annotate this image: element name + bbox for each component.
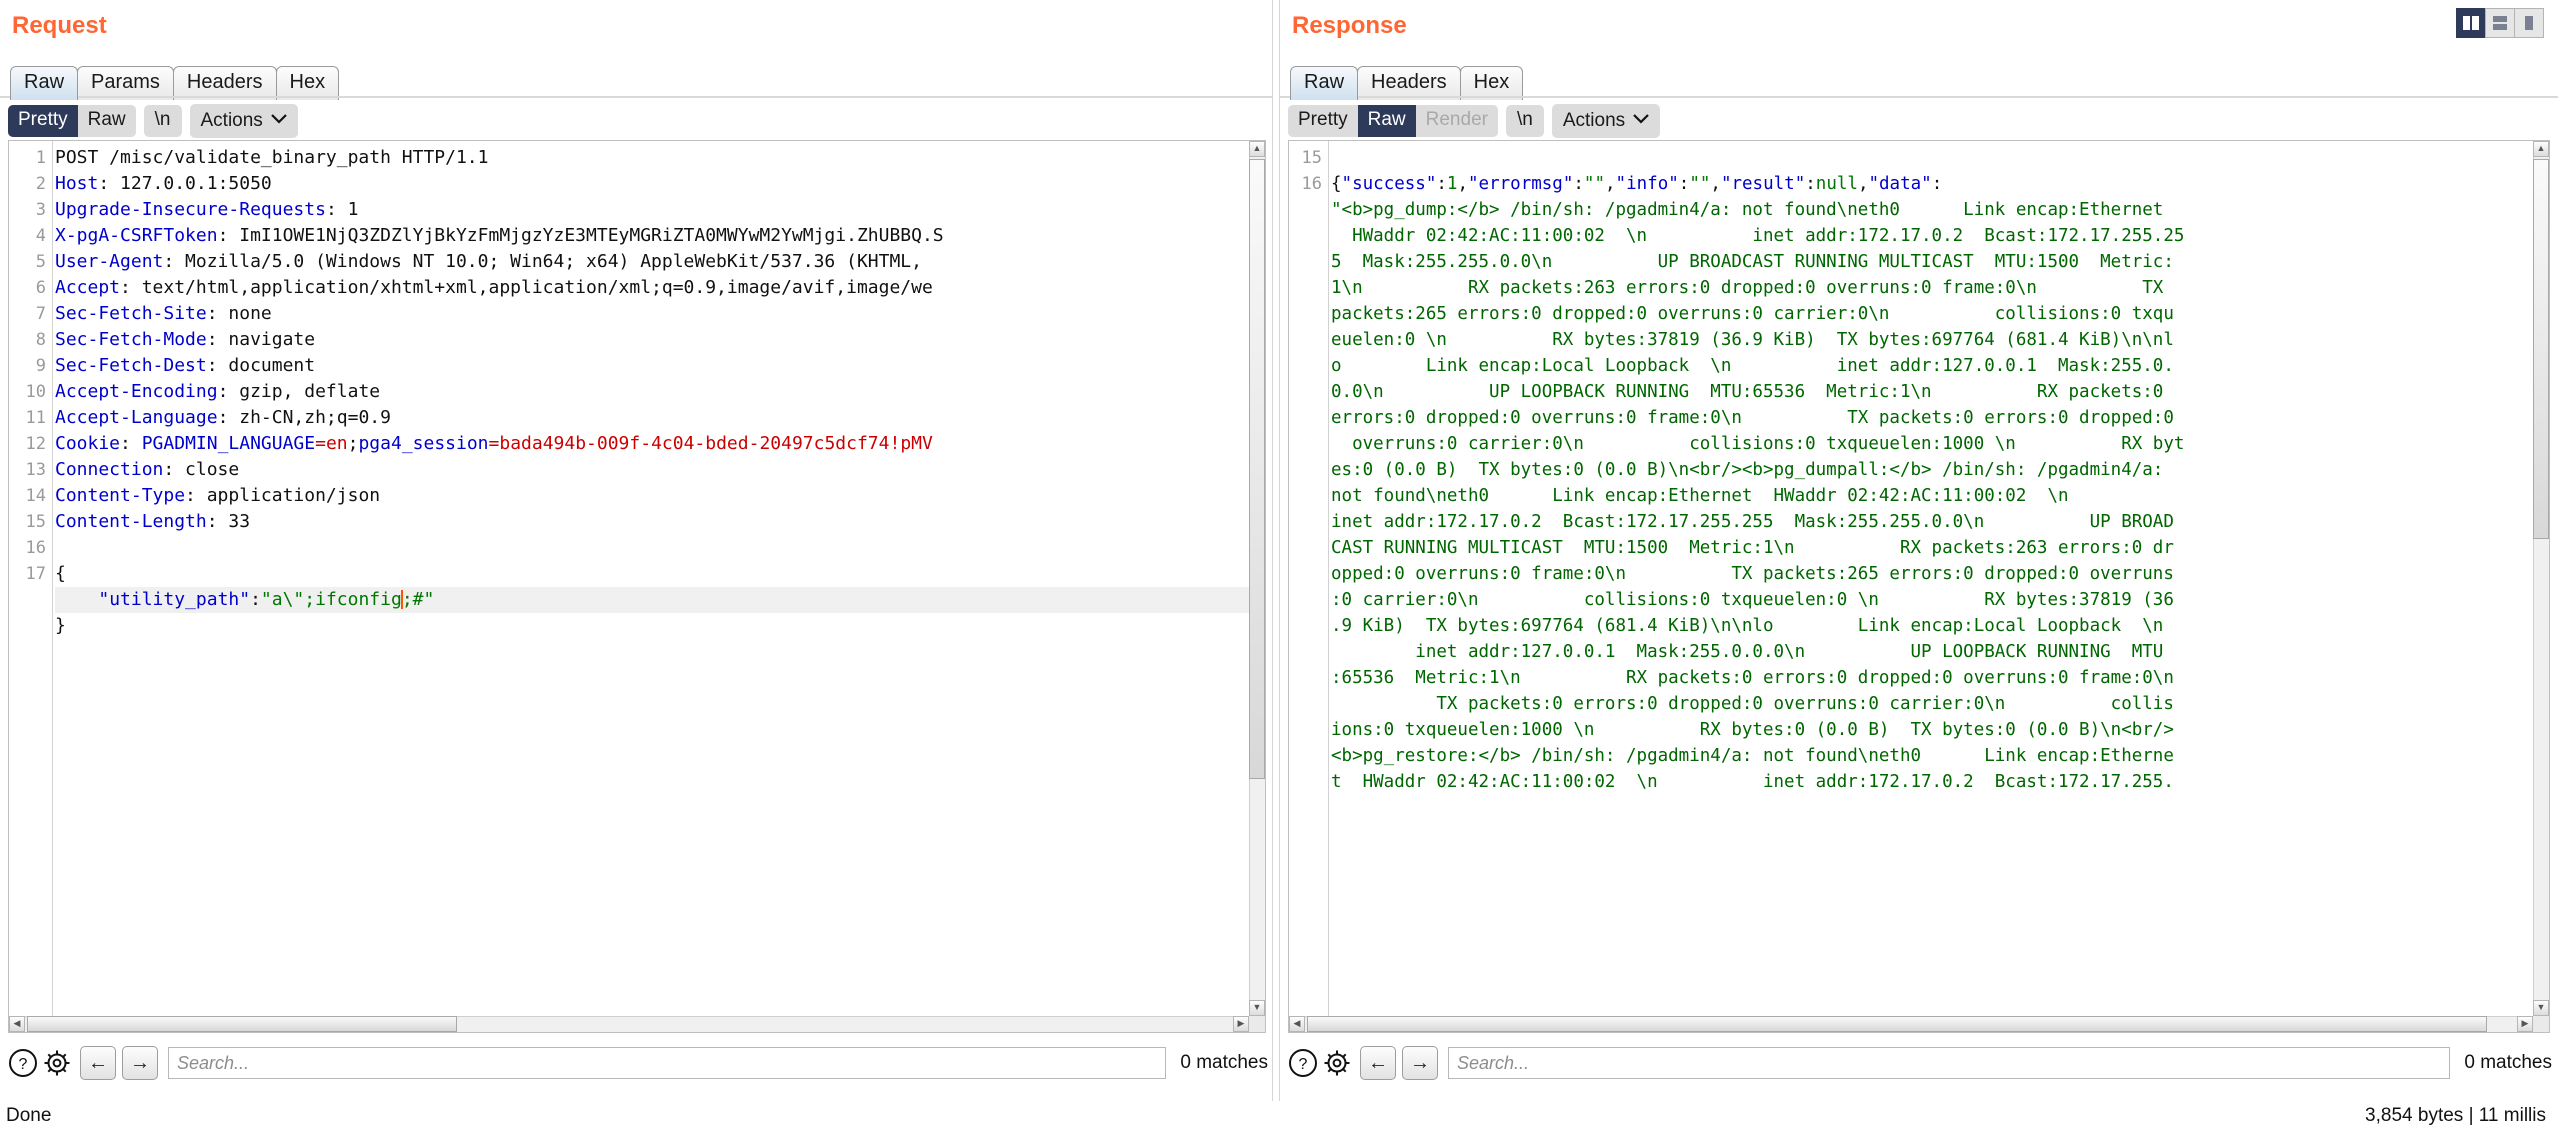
- response-pretty-button[interactable]: Pretty: [1288, 105, 1358, 137]
- help-icon[interactable]: ?: [1286, 1046, 1320, 1080]
- request-vertical-scrollbar[interactable]: ▲ ▼: [1249, 141, 1265, 1016]
- scroll-up-icon[interactable]: ▲: [1249, 141, 1265, 157]
- response-horizontal-scrollbar[interactable]: ◀ ▶: [1289, 1016, 2533, 1032]
- response-code-wrap: 15 16 {"success":1,"errormsg":"","info":"…: [1289, 141, 2533, 1016]
- response-search-prev-button[interactable]: ←: [1360, 1046, 1396, 1080]
- request-search-prev-button[interactable]: ←: [80, 1046, 116, 1080]
- response-editor[interactable]: 15 16 {"success":1,"errormsg":"","info":"…: [1288, 140, 2550, 1033]
- request-editor-toolbar: Pretty Raw \n Actions: [8, 104, 298, 138]
- request-actions-label: Actions: [200, 110, 263, 131]
- chevron-down-icon: [271, 108, 287, 131]
- response-match-count: 0 matches: [2464, 1052, 2552, 1073]
- request-vscroll-thumb[interactable]: [1249, 159, 1265, 779]
- scroll-down-icon[interactable]: ▼: [1249, 1000, 1265, 1016]
- request-search-bar: ? ← → Search... 0 matches: [6, 1046, 1268, 1080]
- request-scroll-corner: [1249, 1016, 1265, 1032]
- scroll-left-icon[interactable]: ◀: [1289, 1016, 1305, 1032]
- response-raw-button[interactable]: Raw: [1357, 105, 1416, 137]
- request-tab-underline: [0, 96, 1272, 98]
- response-actions-button[interactable]: Actions: [1551, 104, 1661, 138]
- response-pane: Response Raw Headers Hex Pretty Raw Rend…: [1280, 0, 2558, 1101]
- response-vertical-scrollbar[interactable]: ▲ ▼: [2533, 141, 2549, 1016]
- request-pane: Request Raw Params Headers Hex Pretty Ra…: [0, 0, 1272, 1101]
- request-code-wrap: 1 2 3 4 5 6 7 8 9 10 11 12 13 14 15 16 17 POST /misc/val…: [9, 141, 1249, 1016]
- status-message: Done: [6, 1105, 52, 1126]
- scroll-right-icon[interactable]: ▶: [2517, 1016, 2533, 1032]
- request-code-text[interactable]: POST /misc/validate_binary_path HTTP/1.1…: [55, 141, 1249, 1016]
- scroll-left-icon[interactable]: ◀: [9, 1016, 25, 1032]
- gear-icon[interactable]: [1320, 1046, 1354, 1080]
- burp-repeater-window: Request Raw Params Headers Hex Pretty Ra…: [0, 0, 2558, 1133]
- response-view-mode-group: Pretty Raw Render: [1288, 105, 1498, 137]
- response-search-next-button[interactable]: →: [1402, 1046, 1438, 1080]
- layout-single-pane-button[interactable]: [2514, 8, 2544, 38]
- request-raw-button[interactable]: Raw: [77, 105, 136, 137]
- response-editor-toolbar: Pretty Raw Render \n Actions: [1288, 104, 1661, 138]
- response-size-timing: 3,854 bytes | 11 millis: [2365, 1105, 2546, 1126]
- layout-split-horizontal-button[interactable]: [2485, 8, 2515, 38]
- request-tab-hex[interactable]: Hex: [275, 66, 340, 100]
- request-editor[interactable]: 1 2 3 4 5 6 7 8 9 10 11 12 13 14 15 16 17 POST /misc/val…: [8, 140, 1266, 1033]
- request-tab-raw[interactable]: Raw: [10, 66, 79, 100]
- scroll-up-icon[interactable]: ▲: [2533, 141, 2549, 157]
- chevron-down-icon: [1633, 108, 1649, 131]
- layout-switcher: [2456, 8, 2544, 38]
- request-newline-button[interactable]: \n: [143, 105, 182, 137]
- request-hscroll-thumb[interactable]: [27, 1016, 457, 1032]
- request-actions-button[interactable]: Actions: [189, 104, 298, 138]
- response-code-text[interactable]: {"success":1,"errormsg":"","info":"","re…: [1331, 141, 2533, 1016]
- request-horizontal-scrollbar[interactable]: ◀ ▶: [9, 1016, 1249, 1032]
- scroll-down-icon[interactable]: ▼: [2533, 1000, 2549, 1016]
- request-pane-title: Request: [12, 12, 107, 39]
- response-tab-headers[interactable]: Headers: [1357, 66, 1461, 100]
- status-bar: Done 3,854 bytes | 11 millis: [0, 1101, 2558, 1133]
- request-search-next-button[interactable]: →: [122, 1046, 158, 1080]
- response-actions-label: Actions: [1562, 110, 1626, 131]
- response-hscroll-thumb[interactable]: [1307, 1016, 2487, 1032]
- response-vscroll-thumb[interactable]: [2533, 159, 2549, 539]
- response-search-input[interactable]: Search...: [1448, 1047, 2451, 1079]
- request-tab-params[interactable]: Params: [77, 66, 174, 100]
- scroll-right-icon[interactable]: ▶: [1233, 1016, 1249, 1032]
- response-tab-bar: Raw Headers Hex: [1290, 66, 1524, 100]
- response-tab-hex[interactable]: Hex: [1459, 66, 1524, 100]
- request-tab-headers[interactable]: Headers: [172, 66, 277, 100]
- request-search-input[interactable]: Search...: [168, 1047, 1167, 1079]
- help-icon[interactable]: ?: [6, 1046, 40, 1080]
- request-view-mode-group: Pretty Raw: [8, 105, 136, 137]
- response-search-bar: ? ← → Search... 0 matches: [1286, 1046, 2552, 1080]
- response-tab-underline: [1280, 96, 2558, 98]
- request-tab-bar: Raw Params Headers Hex: [10, 66, 340, 100]
- response-scroll-corner: [2533, 1016, 2549, 1032]
- layout-split-vertical-button[interactable]: [2456, 8, 2486, 38]
- request-match-count: 0 matches: [1180, 1052, 1268, 1073]
- request-line-numbers: 1 2 3 4 5 6 7 8 9 10 11 12 13 14 15 16 17: [9, 141, 53, 1016]
- svg-text:?: ?: [19, 1056, 28, 1073]
- svg-text:?: ?: [1299, 1056, 1308, 1073]
- response-render-button[interactable]: Render: [1415, 105, 1498, 137]
- pane-splitter[interactable]: [1272, 0, 1280, 1101]
- request-pretty-button[interactable]: Pretty: [8, 105, 78, 137]
- response-tab-raw[interactable]: Raw: [1290, 66, 1359, 100]
- response-newline-button[interactable]: \n: [1505, 105, 1544, 137]
- response-line-numbers: 15 16: [1289, 141, 1329, 1016]
- response-pane-title: Response: [1292, 12, 1407, 39]
- gear-icon[interactable]: [40, 1046, 74, 1080]
